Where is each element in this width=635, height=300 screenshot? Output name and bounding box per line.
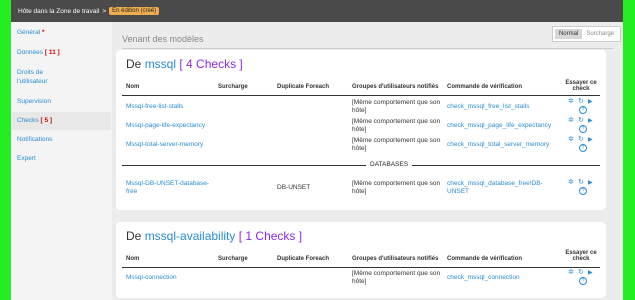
play-icon[interactable]: ▶ — [588, 179, 593, 186]
sidebar-item-label: Notifications — [17, 136, 53, 143]
check-name-link[interactable]: Mssql-free-list-stalls — [126, 103, 183, 111]
edit-status-badge: En édition (créé) — [109, 7, 160, 15]
gear-icon[interactable]: ✲ — [568, 178, 574, 186]
sidebar-item-label: Checks — [17, 117, 39, 124]
col-try: Essayer ce check — [565, 80, 597, 92]
required-mark: * — [41, 29, 45, 36]
check-name-link[interactable]: Mssql-DB-UNSET-database-free — [126, 180, 218, 196]
check-name-link[interactable]: Mssql-page-life-expectancy — [126, 122, 205, 130]
col-foreach: Duplicate Foreach — [277, 256, 330, 262]
sidebar-item-checks[interactable]: Checks [ 5 ] — [11, 112, 111, 130]
notified-groups: [Même comportement que son hôte] — [352, 180, 441, 195]
play-icon[interactable]: ▶ — [588, 136, 593, 143]
card-title: De mssql-availability [ 1 Checks ] — [126, 229, 302, 243]
sidebar-item-label: Droits de l'utilisateur — [17, 69, 48, 85]
app-frame: Hôte dans la Zone de travail > En éditio… — [11, 0, 623, 300]
notified-groups: [Même comportement que son hôte] — [352, 99, 441, 114]
help-icon[interactable]: ? — [579, 277, 587, 285]
refresh-icon[interactable]: ↻ — [578, 97, 584, 105]
play-icon[interactable]: ▶ — [588, 98, 593, 105]
card-title-prefix: De — [126, 229, 142, 243]
help-icon[interactable]: ? — [579, 187, 587, 195]
col-groups: Groupes d'utilisateurs notifiés — [352, 84, 439, 90]
sidebar-item-user-rights[interactable]: Droits de l'utilisateur — [11, 68, 71, 86]
col-try: Essayer ce check — [565, 250, 597, 262]
sidebar-item-general[interactable]: Général * — [11, 28, 111, 37]
gear-icon[interactable]: ✲ — [568, 268, 574, 276]
play-icon[interactable]: ▶ — [588, 117, 593, 124]
sidebar-item-expert[interactable]: Expert — [11, 154, 111, 163]
col-command: Commande de vérification — [447, 84, 523, 90]
header-divider — [122, 267, 600, 268]
main-content: Normal Surcharge Venant des modèles De m… — [112, 22, 623, 300]
foreach-value: DB-UNSET — [277, 184, 311, 191]
refresh-icon[interactable]: ↻ — [578, 268, 584, 276]
notified-groups: [Même comportement que son hôte] — [352, 137, 441, 152]
refresh-icon[interactable]: ↻ — [578, 116, 584, 124]
path-separator: > — [102, 7, 107, 15]
refresh-icon[interactable]: ↻ — [578, 178, 584, 186]
template-card-mssql-availability: De mssql-availability [ 1 Checks ] Nom S… — [116, 222, 606, 298]
divider — [122, 48, 613, 49]
sidebar-item-label: Supervision — [17, 98, 51, 105]
play-icon[interactable]: ▶ — [588, 269, 593, 276]
template-link[interactable]: mssql-availability — [145, 229, 236, 243]
check-command-link[interactable]: check_mssql_database_free!DB-UNSET — [447, 180, 557, 196]
checks-count: [ 4 Checks ] — [179, 57, 243, 71]
checks-count: [ 1 Checks ] — [238, 229, 303, 243]
sidebar-item-label: Général — [17, 29, 41, 36]
foreach-separator — [122, 165, 600, 166]
refresh-icon[interactable]: ↻ — [578, 135, 584, 143]
mode-switch: Normal Surcharge — [551, 26, 621, 42]
gear-icon[interactable]: ✲ — [568, 135, 574, 143]
card-title-prefix: De — [126, 57, 142, 71]
col-foreach: Duplicate Foreach — [277, 84, 330, 90]
sidebar-item-count: [ 5 ] — [40, 117, 53, 124]
templates-section-title: Venant des modèles — [122, 34, 204, 44]
template-link[interactable]: mssql — [145, 57, 176, 71]
sidebar: Général * Données [ 11 ] Droits de l'uti… — [11, 22, 111, 300]
check-name-link[interactable]: Mssql-connection — [126, 274, 177, 282]
help-icon[interactable]: ? — [579, 125, 587, 133]
col-groups: Groupes d'utilisateurs notifiés — [352, 256, 439, 262]
check-name-link[interactable]: Mssql-total-server-memory — [126, 141, 203, 149]
col-override: Surcharge — [218, 256, 248, 262]
check-command-link[interactable]: check_mssql_total_server_memory — [447, 141, 549, 149]
help-icon[interactable]: ? — [579, 106, 587, 114]
check-command-link[interactable]: check_mssql_connection — [447, 274, 520, 282]
workspace-path[interactable]: Hôte dans la Zone de travail — [18, 8, 99, 15]
gear-icon[interactable]: ✲ — [568, 116, 574, 124]
template-card-mssql: De mssql [ 4 Checks ] Nom Surcharge Dupl… — [116, 50, 606, 210]
col-override: Surcharge — [218, 84, 248, 90]
col-command: Commande de vérification — [447, 256, 523, 262]
sidebar-item-data[interactable]: Données [ 11 ] — [11, 48, 111, 57]
separator-label: DATABASES — [366, 161, 413, 168]
sidebar-item-supervision[interactable]: Supervision — [11, 97, 111, 106]
col-name: Nom — [126, 256, 140, 262]
card-title: De mssql [ 4 Checks ] — [126, 57, 243, 71]
check-command-text: check_mssql_database_free!DB-UNSET — [447, 180, 543, 195]
header-divider — [122, 95, 600, 96]
col-name: Nom — [126, 84, 140, 90]
sidebar-item-label: Données — [17, 49, 44, 56]
sidebar-item-label: Expert — [17, 155, 36, 162]
gear-icon[interactable]: ✲ — [568, 97, 574, 105]
normal-mode-button[interactable]: Normal — [554, 29, 583, 39]
check-command-link[interactable]: check_mssql_free_list_stalls — [447, 103, 529, 111]
help-icon[interactable]: ? — [579, 144, 587, 152]
sidebar-item-count: [ 11 ] — [44, 49, 60, 56]
notified-groups: [Même comportement que son hôte] — [352, 118, 441, 133]
check-command-link[interactable]: check_mssql_page_life_expectancy — [447, 122, 551, 130]
override-mode-button[interactable]: Surcharge — [582, 29, 618, 39]
sidebar-item-notifications[interactable]: Notifications — [11, 135, 111, 144]
notified-groups: [Même comportement que son hôte] — [352, 270, 441, 285]
top-bar: Hôte dans la Zone de travail > En éditio… — [11, 0, 623, 22]
